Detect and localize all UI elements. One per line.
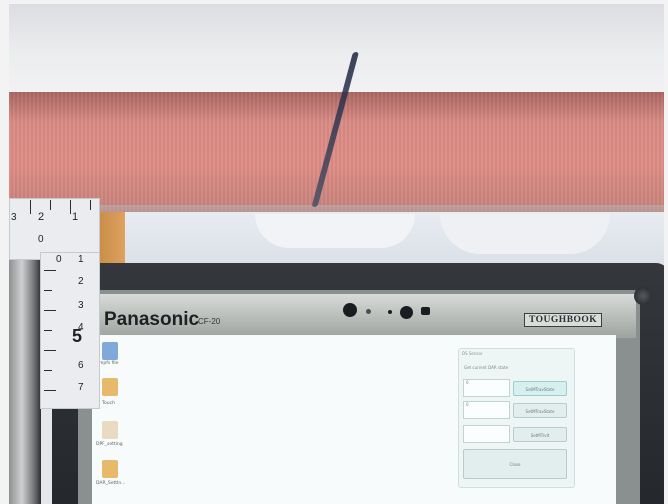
set-trvlt-button[interactable]: SetMTrvlt	[513, 427, 567, 442]
desktop-icon-label: Touch	[102, 401, 115, 406]
led-icon	[388, 310, 392, 314]
ruler-tick	[44, 310, 56, 311]
value-field[interactable]: 0	[463, 401, 510, 419]
ruler-number: 7	[78, 382, 84, 393]
photo-border	[0, 0, 668, 4]
ceiling-fixture	[255, 214, 415, 248]
ceiling-fixture	[440, 214, 610, 254]
dialog-row-label: Get current DAR state	[464, 365, 509, 370]
ruler-number: 2	[78, 276, 84, 287]
value-field[interactable]	[463, 425, 510, 443]
ruler-tick	[44, 330, 52, 331]
metal-post	[9, 254, 41, 504]
desktop-icon-label: DAR_SettIn...	[96, 481, 126, 486]
ruler-number: 0	[38, 234, 44, 245]
dialog-title: DS Sensor	[462, 351, 483, 356]
ruler-number: 1	[78, 254, 84, 265]
set-state-button[interactable]: SetMTravState	[513, 381, 567, 396]
toughbook-badge: TOUGHBOOK	[524, 313, 603, 327]
ruler-number: 6	[78, 360, 84, 371]
camera-icon	[343, 303, 357, 317]
ruler-number: 0	[56, 254, 62, 265]
ruler-tick	[44, 290, 52, 291]
ruler-number: 3	[78, 300, 84, 311]
ruler-tick	[44, 390, 56, 391]
folder-icon[interactable]	[102, 460, 118, 478]
value-field[interactable]: 0	[463, 379, 510, 397]
photo-border	[0, 0, 9, 504]
desktop-icon-label: mpfs file	[99, 361, 119, 366]
set-state-button[interactable]: SetMTravState	[513, 403, 567, 418]
ruler-number: 3	[11, 212, 17, 223]
ruler-number: 1	[72, 211, 79, 223]
photo-border	[664, 0, 668, 504]
ruler-tick	[90, 200, 91, 210]
sensor-icon	[366, 309, 371, 314]
close-button[interactable]: Close	[463, 449, 567, 479]
photo-scene: Panasonic CF-20 TOUGHBOOK mpfs file Touc…	[0, 0, 668, 504]
ruler-big-number: 5	[72, 326, 83, 346]
ruler-tick	[44, 370, 52, 371]
ruler-tick	[70, 200, 71, 214]
brand-logo: Panasonic	[104, 309, 200, 330]
ruler-horizontal	[9, 198, 100, 260]
ruler-number: 2	[38, 211, 45, 223]
ruler-tick	[44, 350, 56, 351]
ruler-tick	[30, 200, 31, 214]
blue-doc-icon[interactable]	[102, 342, 118, 360]
model-label: CF-20	[198, 317, 221, 326]
camera-icon	[400, 306, 413, 319]
ruler-tick	[44, 270, 56, 271]
folder-icon[interactable]	[102, 378, 118, 396]
file-icon[interactable]	[102, 421, 118, 439]
sensor-icon	[421, 307, 430, 315]
white-roll	[9, 4, 664, 96]
desktop-icon-label: DPF_setting	[96, 442, 123, 447]
screw-icon	[634, 287, 652, 305]
ruler-tick	[50, 200, 51, 210]
